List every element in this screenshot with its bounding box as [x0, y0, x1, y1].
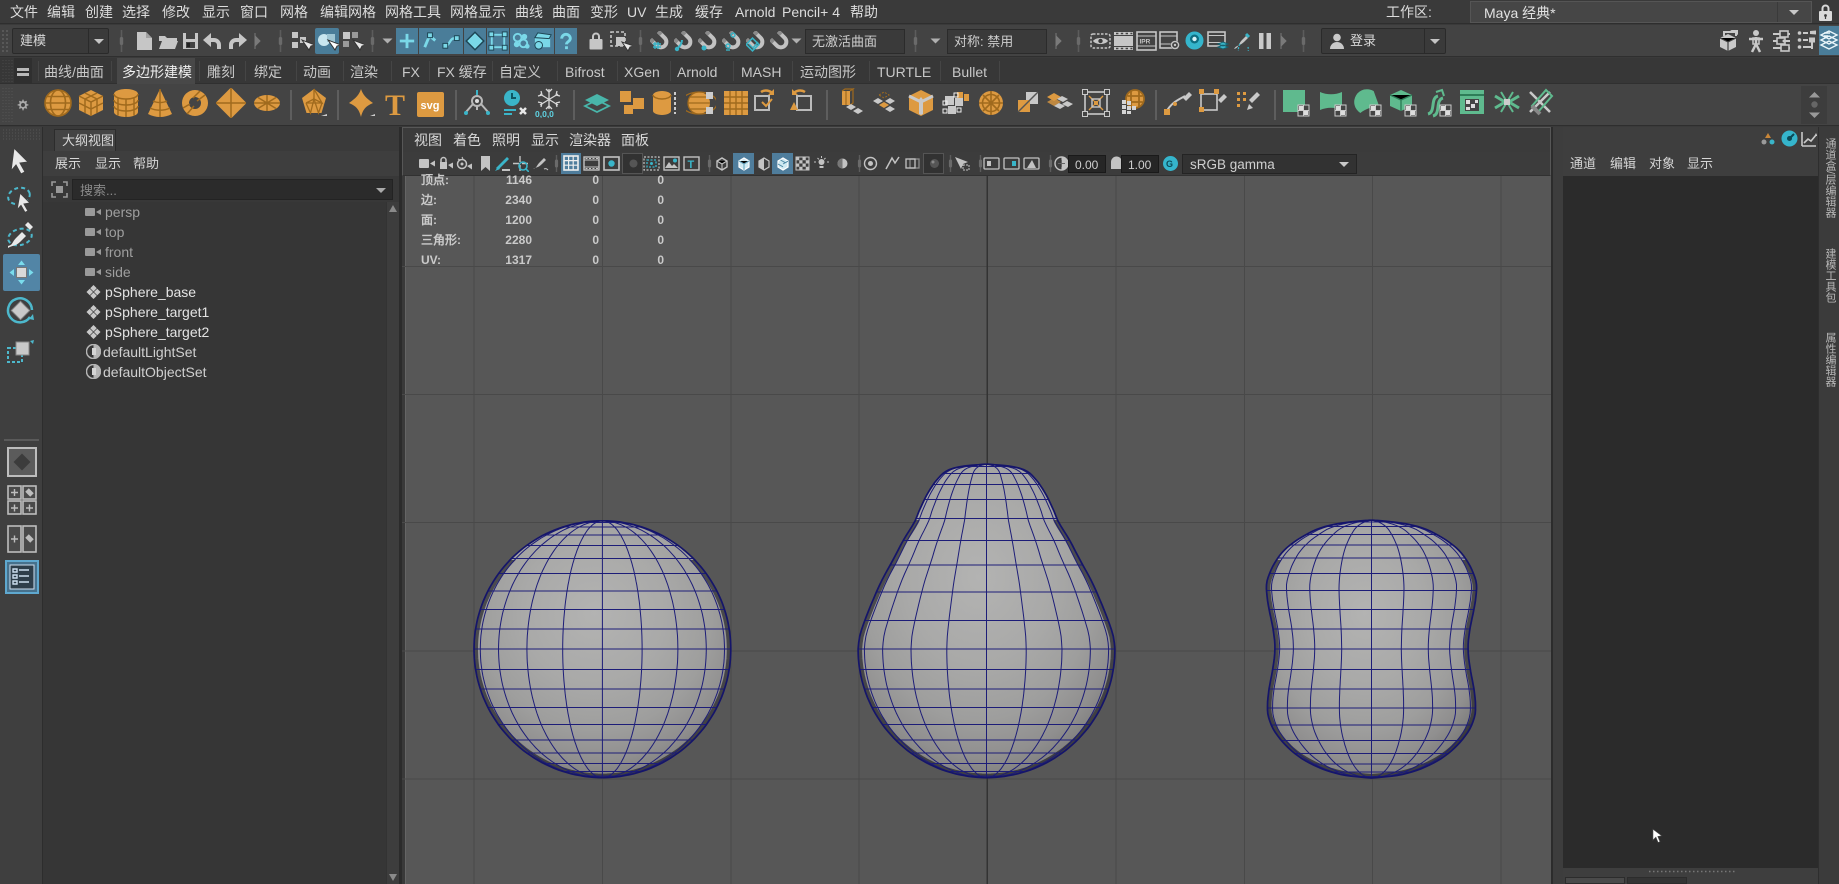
svg-text:IPR: IPR	[1140, 39, 1151, 46]
svg-text:svg: svg	[421, 100, 440, 112]
svg-text:T: T	[385, 90, 405, 119]
svg-text:0,0,0: 0,0,0	[535, 109, 554, 118]
svg-text:G: G	[1166, 159, 1173, 169]
svg-text:T: T	[688, 159, 695, 171]
